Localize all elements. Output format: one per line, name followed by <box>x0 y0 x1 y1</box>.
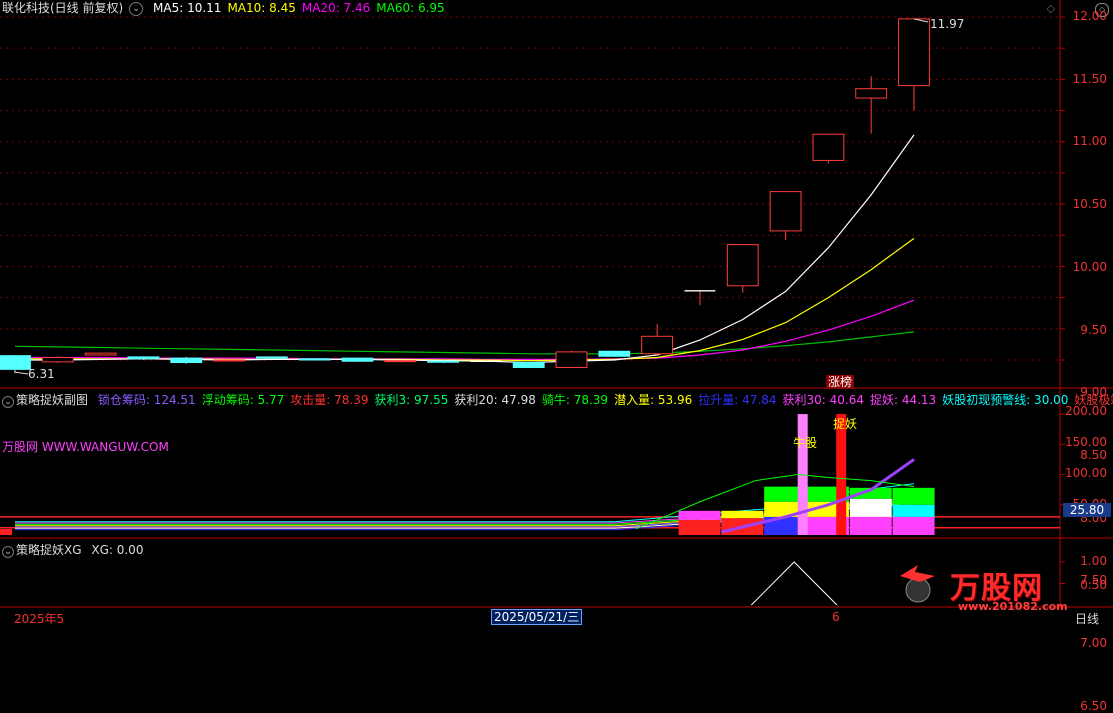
brand-logo-arrow-icon <box>900 565 935 582</box>
main-y-tick-11: 6.50 <box>1080 698 1107 713</box>
xg-value: XG: 0.00 <box>91 543 144 557</box>
indicator-label-2: 攻击量: 78.39 <box>290 393 369 407</box>
volume-bar-5-2 <box>892 487 935 505</box>
candle-body-1 <box>41 357 74 363</box>
stock-title[interactable]: 联化科技(日线 前复权) <box>2 1 123 15</box>
xg-signal-line <box>750 561 838 606</box>
brand-logo-url: www.201082.com <box>958 600 1068 613</box>
volume-bar-4-0 <box>849 516 892 535</box>
volume-bar-0-0 <box>678 519 721 535</box>
volume-bar-1-1 <box>721 510 764 519</box>
sub2-y-tick-1: 0.50 <box>1080 578 1107 592</box>
candle-body-20 <box>855 88 888 99</box>
candle-body-8 <box>341 357 374 362</box>
candle-body-6 <box>255 356 288 359</box>
indicator-label-0: 锁仓筹码: 124.51 <box>97 393 196 407</box>
volume-bar-5-0 <box>892 516 935 535</box>
chevron-down-icon[interactable]: ⌄ <box>2 546 14 558</box>
sub-panel-2-title[interactable]: 策略捉妖XG <box>16 543 82 557</box>
candle-body-21 <box>898 18 930 87</box>
left-edge-bar <box>0 528 12 535</box>
volume-bar-0-1 <box>678 510 721 520</box>
sub1-y-tick-2: 100.00 <box>1065 466 1107 480</box>
selected-date[interactable]: 2025/05/21/三 <box>491 609 583 625</box>
candle-body-10 <box>427 360 460 363</box>
indicator-label-6: 潜入量: 53.96 <box>614 393 693 407</box>
candle-body-0 <box>0 355 31 370</box>
candle-body-17 <box>726 244 759 287</box>
indicator-label-3: 获利3: 97.55 <box>374 393 449 407</box>
current-value-tag: 25.80 <box>1063 503 1111 517</box>
sub-panel-1-title[interactable]: 策略捉妖副图 <box>16 393 88 407</box>
chevron-down-icon[interactable]: ⌄ <box>2 396 14 408</box>
main-y-tick-2: 11.00 <box>1072 134 1107 149</box>
niugu-label: 牛股 <box>793 436 818 450</box>
sub1-y-tick-0: 200.00 <box>1065 404 1107 418</box>
ma5-line <box>15 134 915 364</box>
indicator-label-9: 捉妖: 44.13 <box>869 393 937 407</box>
high-price-marker: 11.97 <box>930 17 965 31</box>
main-y-tick-0: 12.00 <box>1072 9 1107 23</box>
ma-label-2: MA20: 7.46 <box>301 1 371 15</box>
candle-body-19 <box>812 133 845 161</box>
time-axis-left-label: 2025年5 <box>14 612 65 626</box>
main-y-tick-5: 9.50 <box>1080 322 1107 337</box>
sub1-y-tick-1: 150.00 <box>1065 435 1107 449</box>
ma-label-0: MA5: 10.11 <box>153 1 222 15</box>
zhangbang-badge[interactable]: 涨榜 <box>826 375 855 389</box>
sub-panel-2-header: ⌄ 策略捉妖XG XG: 0.00 <box>2 543 149 558</box>
candle-body-18 <box>769 191 802 232</box>
main-y-tick-4: 10.00 <box>1072 259 1107 274</box>
candle-body-3 <box>127 356 160 360</box>
chevron-down-icon[interactable]: ⌄ <box>129 2 144 16</box>
main-y-tick-3: 10.50 <box>1072 197 1107 212</box>
ma-label-3: MA60: 6.95 <box>376 1 445 15</box>
site-watermark-text: 万股网 WWW.WANGUW.COM <box>2 440 169 454</box>
candle-body-7 <box>298 358 331 361</box>
candle-body-9 <box>384 360 417 363</box>
sub2-y-tick-0: 1.00 <box>1080 554 1107 568</box>
diamond-icon[interactable]: ◇ <box>1047 2 1055 15</box>
ma-label-1: MA10: 8.45 <box>227 1 296 15</box>
candle-body-15 <box>641 335 674 355</box>
main-y-tick-1: 11.50 <box>1072 71 1107 86</box>
sub-panel-1-header: ⌄ 策略捉妖副图 锁仓筹码: 124.51 浮动筹码: 5.77 攻击量: 78.39… <box>2 393 1113 408</box>
indicator-label-10: 妖股初现预警线: 30.00 <box>942 393 1069 407</box>
candle-body-14 <box>598 350 631 357</box>
zhuoyao-label: 捉妖 <box>833 417 858 431</box>
indicator-label-8: 获利30: 40.64 <box>782 393 864 407</box>
indicator-label-7: 拉升量: 47.84 <box>698 393 777 407</box>
main-y-tick-7: 8.50 <box>1080 447 1107 462</box>
ma20-line <box>15 299 915 360</box>
indicator-label-5: 骑牛: 78.39 <box>541 393 609 407</box>
indicator-label-4: 获利20: 47.98 <box>454 393 536 407</box>
candle-body-5 <box>213 359 245 362</box>
indicator-label-1: 浮动筹码: 5.77 <box>201 393 285 407</box>
low-price-marker: 6.31 <box>28 367 55 381</box>
candle-body-4 <box>170 357 203 363</box>
ma-legend: MA5: 10.11 MA10: 8.45 MA20: 7.46 MA60: 6.95 <box>153 1 451 15</box>
candle-body-12 <box>512 361 545 368</box>
volume-bar-5-1 <box>892 504 935 517</box>
time-axis-month-label: 6 <box>832 610 840 624</box>
main-panel-header: 联化科技(日线 前复权) ⌄ MA5: 10.11 MA10: 8.45 MA20: … <box>2 1 457 17</box>
zhuoyao-spike-bar <box>836 414 847 535</box>
candle-body-13 <box>555 351 588 368</box>
brand-logo-icon <box>905 577 931 603</box>
period-label[interactable]: 日线 <box>1075 610 1099 627</box>
low-marker-arrow <box>13 371 29 375</box>
candle-body-2 <box>84 352 117 356</box>
chart-canvas[interactable] <box>0 0 1113 625</box>
volume-bar-4-1 <box>849 498 892 517</box>
main-y-tick-10: 7.00 <box>1080 636 1107 650</box>
sub-panel-1-legend: 锁仓筹码: 124.51 浮动筹码: 5.77 攻击量: 78.39 获利3: 97.… <box>98 393 1113 407</box>
